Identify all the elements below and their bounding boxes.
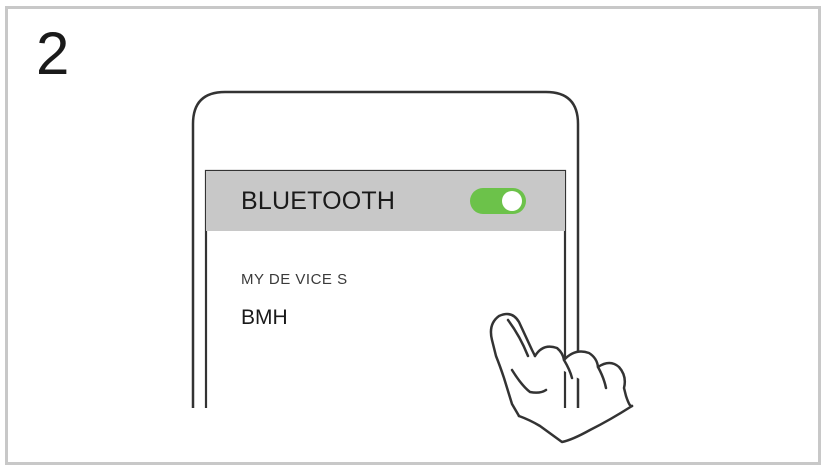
pointing-hand-icon [489,312,634,444]
